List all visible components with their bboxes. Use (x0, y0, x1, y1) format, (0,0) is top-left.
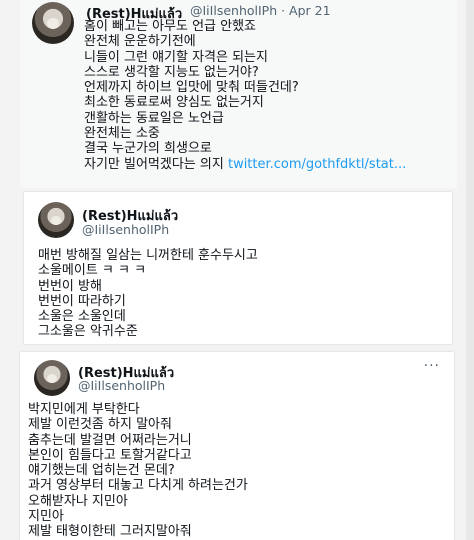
tweet-line-with-link: 자기만 빌어먹겠다는 의지 twitter.com/gothfdktl/stat… (84, 157, 406, 172)
tweet-line: 니들이 그런 얘기할 자격은 되는지 (84, 49, 268, 65)
tweet-line: 지민아 (28, 509, 64, 525)
tweet-line: 최소한 동료로써 양심도 없는거지 (84, 95, 264, 111)
tweet-text: 홈이 빼고는 아무도 언급 안했죠 완전체 운운하기전에 니들이 그런 얘기할 … (84, 19, 406, 172)
tweet-card-2[interactable]: (Rest)Hแม่แล้ว @IiIlsenholIPh 매번 방해질 일삼는… (24, 192, 452, 344)
tweet-text: 박지민에게 부탁한다 제발 이런것좀 하지 말아줘 춤추는데 발걸면 어쩌라는거… (28, 402, 248, 540)
tweet-line: 얘기했는데 업히는건 몬데? (28, 463, 175, 479)
tweet-link[interactable]: twitter.com/gothfdktl/stat... (228, 157, 406, 172)
avatar[interactable] (38, 202, 74, 238)
avatar[interactable] (34, 360, 70, 396)
tweet-line: 과거 영상부터 대놓고 다치게 하려는건가 (28, 478, 248, 494)
tweet-line: 박지민에게 부탁한다 (28, 402, 140, 417)
author-handle[interactable]: @IiIlsenholIPh (78, 378, 165, 393)
tweet-line: 홈이 빼고는 아무도 언급 안했죠 (84, 19, 257, 34)
tweet-line: 춤추는데 발걸면 어쩌라는거니 (28, 432, 192, 448)
tweet-line: 제발 이런것좀 하지 말아줘 (28, 417, 172, 433)
tweet-line: 본인이 힘들다고 토할거같다고 (28, 447, 192, 463)
tweet-line: 번번이 따라하기 (38, 293, 126, 309)
author-handle[interactable]: @IiIlsenholIPh (82, 222, 169, 237)
scrollbar[interactable] (466, 0, 474, 540)
tweet-card-1[interactable]: (Rest)Hแม่แล้ว @IiIlsenholIPh · Apr 21 홈… (20, 0, 457, 188)
tweet-card-3[interactable]: (Rest)Hแม่แล้ว @IiIlsenholIPh ··· 박지민에게 … (20, 352, 454, 540)
tweet-line: 소울은 소울인데 (38, 309, 126, 325)
tweet-line: 오해받자나 지민아 (28, 493, 128, 509)
tweet-line: 매번 방해질 일삼는 니꺼한테 훈수두시고 (38, 248, 258, 263)
tweet-line: 그소울은 악귀수준 (38, 324, 138, 340)
tweet-line: 제발 태형이한테 그러지말아줘 (28, 524, 192, 540)
tweet-line: 완전체 운운하기전에 (84, 34, 196, 50)
more-options-icon[interactable]: ··· (424, 358, 440, 374)
tweet-line: 결국 누군가의 희생으로 (84, 141, 212, 157)
tweet-line: 번번이 방해 (38, 278, 102, 294)
tweet-line: 자기만 빌어먹겠다는 의지 (84, 156, 224, 172)
tweet-line: 갠활하는 동료일은 노언급 (84, 110, 224, 126)
avatar[interactable] (32, 2, 74, 44)
tweet-text: 매번 방해질 일삼는 니꺼한테 훈수두시고 소울메이트 ㅋ ㅋ ㅋ 번번이 방해… (38, 248, 258, 340)
tweet-line: 완전체는 소중 (84, 126, 160, 142)
tweet-line: 언제까지 하이브 입맛에 맞춰 떠들건데? (84, 80, 299, 96)
tweet-line: 스스로 생각할 지능도 없는거야? (84, 64, 259, 80)
tweet-line: 소울메이트 ㅋ ㅋ ㅋ (38, 263, 147, 279)
author-handle-date[interactable]: @IiIlsenholIPh · Apr 21 (190, 3, 331, 18)
